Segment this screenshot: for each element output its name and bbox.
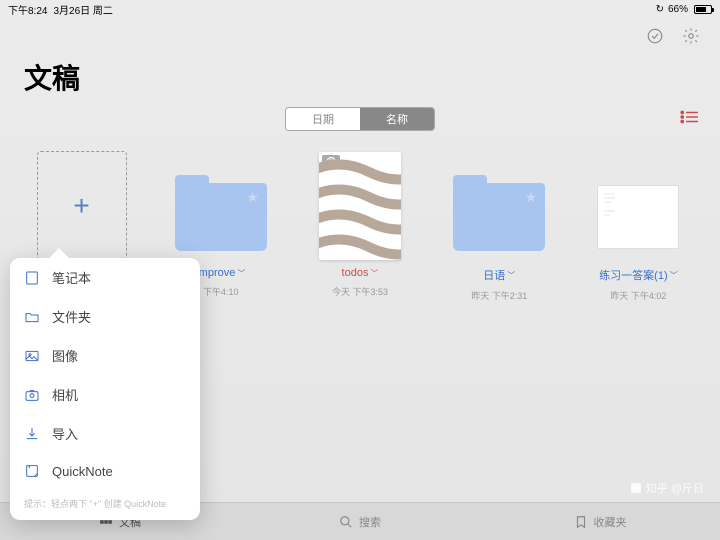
folder-icon: ★: [453, 183, 545, 251]
popover-label: 相机: [52, 385, 78, 404]
seg-date[interactable]: 日期: [286, 108, 360, 130]
grid-item-answers[interactable]: ━━━ ━━━━━━━━━━━━━━━━━━━━━ 练习一答案(1)﹀ 昨天 下…: [569, 151, 708, 302]
chevron-down-icon: ﹀: [670, 270, 678, 281]
popover-label: 笔记本: [52, 268, 91, 287]
popover-image[interactable]: 图像: [10, 336, 200, 375]
chevron-down-icon: ﹀: [507, 270, 515, 281]
plus-icon: +: [37, 151, 127, 261]
status-date: 3月26日 周二: [53, 2, 112, 17]
item-meta: 昨天 下午4:02: [610, 289, 666, 302]
popover-hint: 提示：轻点两下 "+" 创建 QuickNote: [10, 489, 200, 520]
check-icon[interactable]: [646, 27, 664, 45]
battery-percent: 66%: [668, 4, 688, 15]
battery-icon: [694, 5, 712, 14]
chevron-down-icon: ﹀: [370, 268, 378, 279]
seg-name[interactable]: 名称: [360, 108, 434, 130]
list-view-button[interactable]: [680, 110, 698, 129]
popover-label: 图像: [52, 346, 78, 365]
popover-label: 导入: [52, 424, 78, 443]
popover-camera[interactable]: 相机: [10, 375, 200, 414]
item-meta: 下午4:10: [203, 285, 239, 298]
popover-notebook[interactable]: 笔记本: [10, 258, 200, 297]
tab-label: 收藏夹: [594, 514, 627, 530]
status-time: 下午8:24: [8, 2, 47, 17]
item-label: improve: [196, 267, 235, 279]
page-title: 文稿: [0, 53, 720, 107]
sort-segmented: 日期 名称: [285, 107, 435, 131]
status-bar: 下午8:24 3月26日 周二 ↻ 66%: [0, 0, 720, 19]
sync-icon: ↻: [656, 4, 664, 15]
item-label: 练习一答案(1): [599, 267, 667, 283]
note-thumbnail: 👁: [319, 152, 401, 260]
item-label: 日语: [483, 267, 505, 283]
popover-folder[interactable]: 文件夹: [10, 297, 200, 336]
popover-import[interactable]: 导入: [10, 414, 200, 453]
new-item-popover: 笔记本 文件夹 图像 相机 导入 QuickNote 提示：轻点两下 "+" 创…: [10, 258, 200, 520]
toolbar: 日期 名称: [0, 107, 720, 141]
header: [0, 19, 720, 53]
grid-item-todos[interactable]: 👁 todos﹀ 今天 下午3:53: [290, 151, 429, 302]
document-thumbnail: ━━━ ━━━━━━━━━━━━━━━━━━━━━: [597, 185, 679, 249]
folder-icon: ★: [175, 183, 267, 251]
watermark: 知乎 @斤日: [630, 480, 704, 496]
popover-label: QuickNote: [52, 464, 113, 479]
star-icon: ★: [246, 189, 259, 206]
tab-favorites[interactable]: 收藏夹: [480, 503, 720, 540]
grid-item-japanese[interactable]: ★ 日语﹀ 昨天 下午2:31: [430, 151, 569, 302]
gear-icon[interactable]: [682, 27, 700, 45]
popover-quicknote[interactable]: QuickNote: [10, 453, 200, 489]
item-label: todos: [342, 267, 369, 279]
item-meta: 昨天 下午2:31: [471, 289, 527, 302]
tab-label: 搜索: [359, 514, 381, 530]
item-meta: 今天 下午3:53: [332, 285, 388, 298]
popover-label: 文件夹: [52, 307, 91, 326]
tab-search[interactable]: 搜索: [240, 503, 480, 540]
chevron-down-icon: ﹀: [237, 268, 245, 279]
star-icon: ★: [525, 189, 538, 206]
